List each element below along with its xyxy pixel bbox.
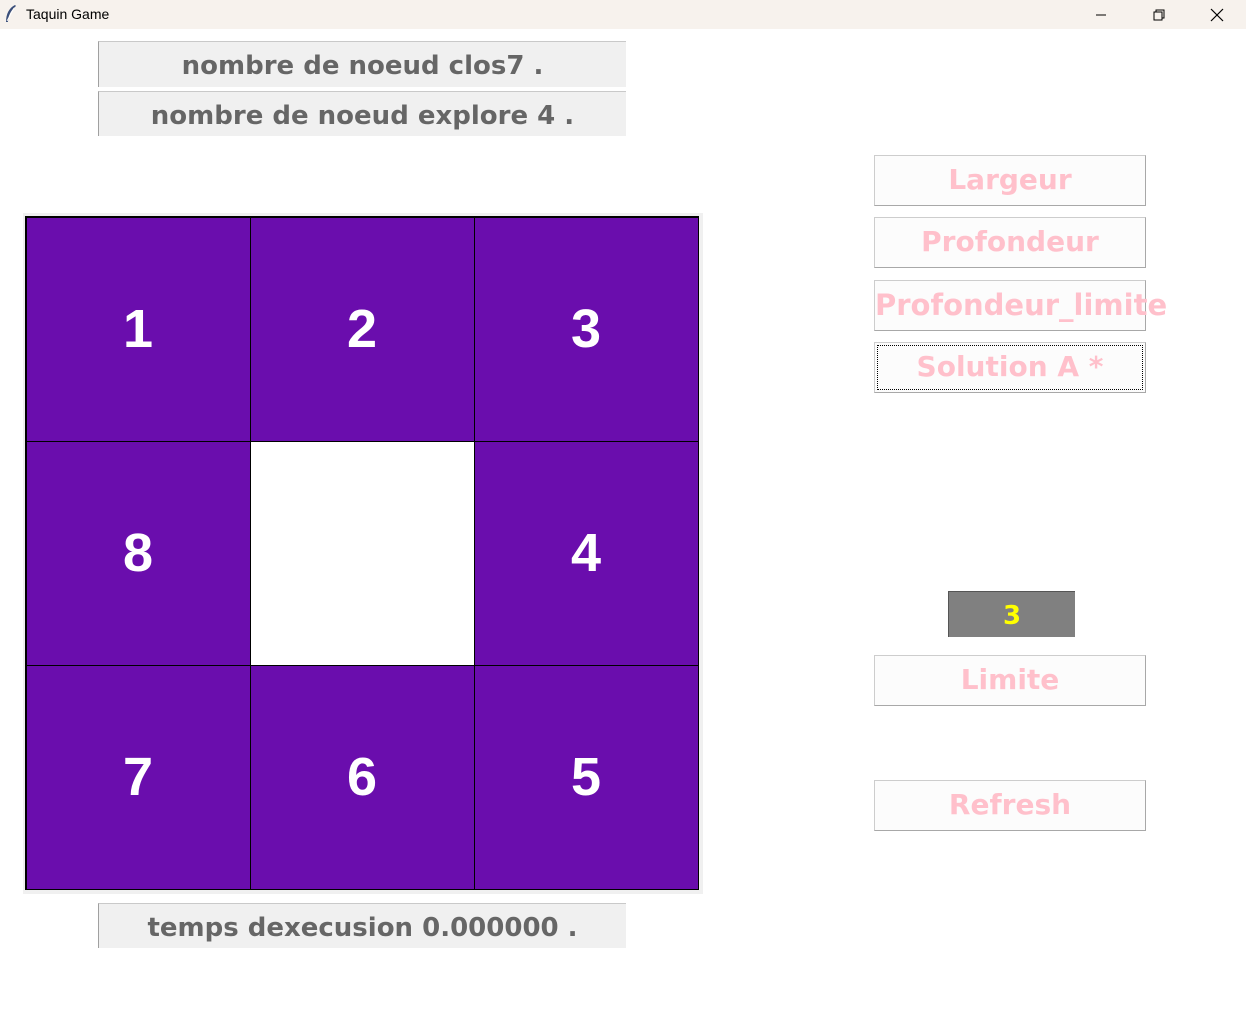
tile[interactable]: 1	[25, 216, 251, 442]
explored-nodes-label: nombre de noeud explore 4 .	[98, 91, 626, 136]
title-bar: Taquin Game	[0, 0, 1246, 29]
closed-nodes-label: nombre de noeud clos7 .	[98, 41, 626, 87]
tile[interactable]: 7	[25, 664, 251, 890]
close-button[interactable]	[1188, 0, 1246, 29]
window-title: Taquin Game	[26, 6, 110, 22]
focus-ring	[877, 345, 1143, 390]
limite-button[interactable]: Limite	[874, 655, 1146, 706]
tile[interactable]: 5	[473, 664, 699, 890]
tile[interactable]: 6	[249, 664, 475, 890]
feather-icon	[3, 4, 19, 24]
tile[interactable]: 3	[473, 216, 699, 442]
execution-time-label: temps dexecusion 0.000000 .	[98, 903, 626, 948]
solution-astar-button[interactable]: Solution A *	[874, 342, 1146, 393]
minimize-button[interactable]	[1072, 0, 1130, 29]
profondeur-limite-button[interactable]: Profondeur_limite	[874, 280, 1167, 331]
empty-tile[interactable]	[249, 440, 475, 666]
puzzle-board: 1 2 3 8 4 7 6 5	[23, 213, 703, 894]
puzzle-grid: 1 2 3 8 4 7 6 5	[25, 216, 699, 890]
close-icon	[1210, 8, 1224, 22]
tile[interactable]: 4	[473, 440, 699, 666]
profondeur-button[interactable]: Profondeur	[874, 217, 1146, 268]
tile[interactable]: 8	[25, 440, 251, 666]
refresh-button[interactable]: Refresh	[874, 780, 1146, 831]
restore-icon	[1153, 9, 1165, 21]
limit-value-field[interactable]: 3	[948, 591, 1075, 637]
largeur-button[interactable]: Largeur	[874, 155, 1146, 206]
restore-button[interactable]	[1130, 0, 1188, 29]
tile[interactable]: 2	[249, 216, 475, 442]
minimize-icon	[1095, 9, 1107, 21]
